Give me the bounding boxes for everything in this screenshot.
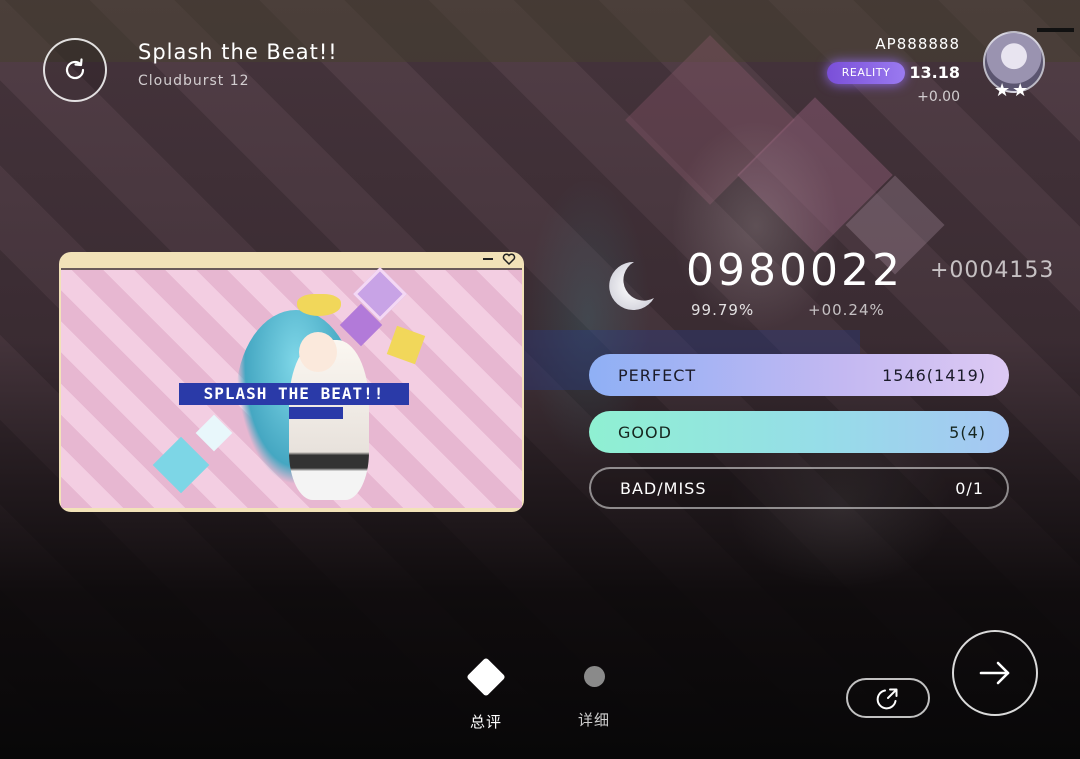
- jacket-diamond: [386, 325, 426, 365]
- accuracy-delta: +00.24%: [808, 301, 885, 319]
- share-button[interactable]: [846, 678, 930, 718]
- tab-detail[interactable]: 详细: [554, 656, 634, 736]
- reality-badge: REALITY: [827, 62, 905, 84]
- judgement-value: 5(4): [949, 422, 986, 442]
- retry-icon: [65, 58, 85, 80]
- jacket-character-bow: [297, 294, 341, 316]
- diamond-icon: [466, 657, 506, 697]
- jacket-diamond: [195, 414, 233, 452]
- dot-icon: [583, 666, 605, 687]
- menu-icon[interactable]: [1037, 24, 1074, 42]
- jacket-character-face: [299, 332, 337, 372]
- judgement-label: BAD/MISS: [620, 478, 707, 498]
- judgement-label: PERFECT: [618, 365, 697, 385]
- score: 0980022: [686, 245, 903, 296]
- song-title: Splash the Beat!!: [138, 40, 338, 64]
- retry-button[interactable]: [43, 38, 107, 102]
- song-jacket: SPLASH THE BEAT!!: [59, 252, 524, 512]
- jacket-diamond: [152, 436, 210, 494]
- avatar-stars: ★★: [994, 80, 1031, 101]
- judgement-label: GOOD: [618, 422, 672, 442]
- arrow-right-icon: [979, 661, 1010, 685]
- jacket-window-controls: [481, 252, 517, 269]
- player-rating: 13.18: [909, 63, 960, 82]
- crescent-moon-icon: [609, 261, 654, 310]
- score-delta: +0004153: [930, 258, 1055, 283]
- jacket-artwork: SPLASH THE BEAT!!: [61, 267, 522, 508]
- judgement-perfect: PERFECT 1546(1419): [589, 354, 1009, 396]
- share-icon: [876, 688, 898, 710]
- jacket-heart-icon: [502, 253, 516, 266]
- tab-label: 总评: [469, 713, 502, 731]
- next-button[interactable]: [952, 630, 1038, 716]
- judgement-value: 1546(1419): [882, 365, 986, 385]
- player-name: AP888888: [875, 35, 960, 53]
- player-rating-delta: +0.00: [917, 89, 960, 105]
- tab-summary[interactable]: 总评: [446, 656, 526, 736]
- jacket-logo: SPLASH THE BEAT!!: [179, 383, 409, 405]
- accuracy: 99.79%: [691, 301, 755, 319]
- song-difficulty: Cloudburst 12: [138, 73, 250, 89]
- judgement-value: 0/1: [955, 478, 984, 498]
- jacket-logo-subtitle: [289, 407, 343, 419]
- tab-label: 详细: [577, 711, 610, 729]
- jacket-minimize-icon: [482, 258, 493, 260]
- judgement-good: GOOD 5(4): [589, 411, 1009, 453]
- judgement-bad-miss: BAD/MISS 0/1: [589, 467, 1009, 509]
